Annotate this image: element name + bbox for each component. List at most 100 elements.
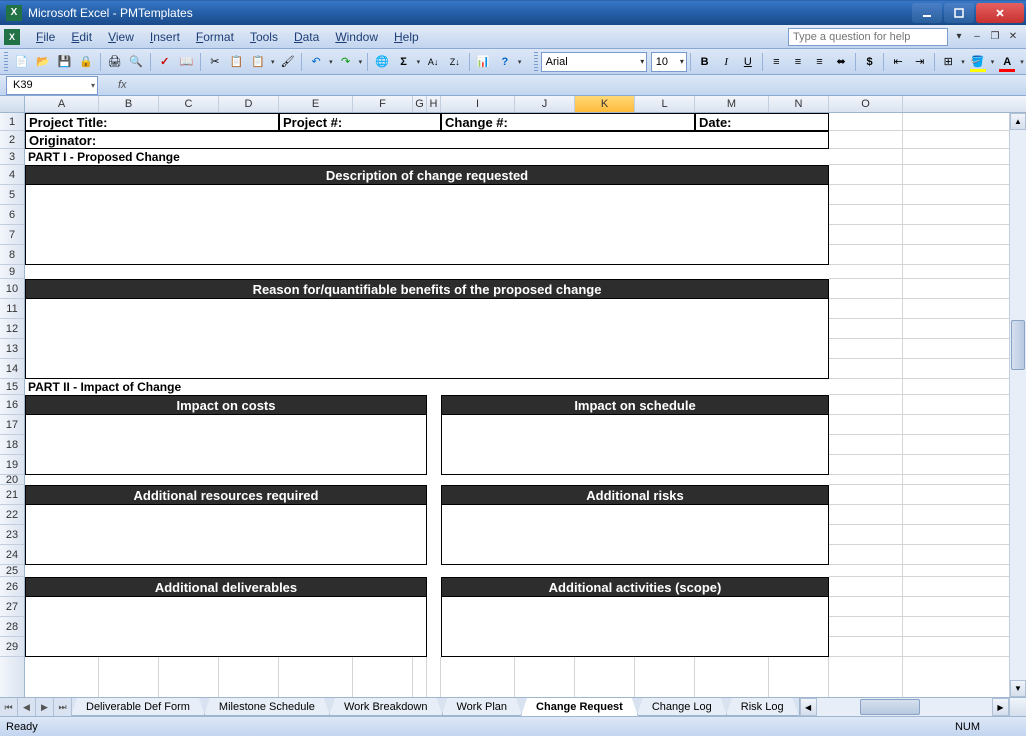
undo-dropdown[interactable]: ▾ bbox=[327, 58, 335, 66]
currency-button[interactable]: $ bbox=[860, 51, 880, 73]
workbook-control-icon[interactable]: X bbox=[4, 29, 20, 45]
borders-button[interactable]: ⊞ bbox=[938, 51, 958, 73]
formatting-toolbar-handle[interactable] bbox=[534, 52, 538, 72]
menu-help[interactable]: Help bbox=[386, 28, 427, 46]
tab-nav-prev[interactable]: ◀ bbox=[18, 698, 36, 716]
column-header-J[interactable]: J bbox=[515, 96, 575, 112]
sheet-tab-risk-log[interactable]: Risk Log bbox=[726, 698, 799, 716]
column-header-D[interactable]: D bbox=[219, 96, 279, 112]
row-header-13[interactable]: 13 bbox=[0, 339, 24, 359]
research-button[interactable]: 📖 bbox=[177, 51, 197, 73]
row-header-17[interactable]: 17 bbox=[0, 415, 24, 435]
column-header-N[interactable]: N bbox=[769, 96, 829, 112]
font-name-combo[interactable]: Arial▾ bbox=[541, 52, 648, 72]
paste-button[interactable]: 📋 bbox=[248, 51, 268, 73]
column-header-I[interactable]: I bbox=[441, 96, 515, 112]
column-header-E[interactable]: E bbox=[279, 96, 353, 112]
increase-indent-button[interactable]: ⇥ bbox=[910, 51, 930, 73]
tab-nav-first[interactable]: ⏮ bbox=[0, 698, 18, 716]
spelling-button[interactable]: ✓ bbox=[155, 51, 175, 73]
row-header-11[interactable]: 11 bbox=[0, 299, 24, 319]
window-minimize-button[interactable] bbox=[912, 3, 942, 23]
vertical-scroll-thumb[interactable] bbox=[1011, 320, 1025, 370]
window-maximize-button[interactable] bbox=[944, 3, 974, 23]
sheet-tab-deliverable-def-form[interactable]: Deliverable Def Form bbox=[71, 698, 205, 716]
tab-nav-next[interactable]: ▶ bbox=[36, 698, 54, 716]
font-color-dropdown[interactable]: ▾ bbox=[1018, 58, 1026, 66]
row-header-9[interactable]: 9 bbox=[0, 265, 24, 279]
row-header-19[interactable]: 19 bbox=[0, 455, 24, 475]
column-header-B[interactable]: B bbox=[99, 96, 159, 112]
row-header-1[interactable]: 1 bbox=[0, 113, 24, 131]
row-header-18[interactable]: 18 bbox=[0, 435, 24, 455]
format-painter-button[interactable]: 🖌 bbox=[278, 51, 298, 73]
merge-center-button[interactable]: ⬌ bbox=[831, 51, 851, 73]
formula-input[interactable] bbox=[135, 76, 1026, 95]
column-header-K[interactable]: K bbox=[575, 96, 635, 112]
column-header-M[interactable]: M bbox=[695, 96, 769, 112]
new-button[interactable]: 📄 bbox=[12, 51, 32, 73]
row-header-26[interactable]: 26 bbox=[0, 577, 24, 597]
decrease-indent-button[interactable]: ⇤ bbox=[888, 51, 908, 73]
hyperlink-button[interactable]: 🌐 bbox=[372, 51, 392, 73]
align-center-button[interactable]: ≡ bbox=[788, 51, 808, 73]
toolbar-handle[interactable] bbox=[4, 52, 8, 72]
row-header-6[interactable]: 6 bbox=[0, 205, 24, 225]
scroll-right-button[interactable]: ▶ bbox=[992, 698, 1009, 716]
align-left-button[interactable]: ≡ bbox=[767, 51, 787, 73]
sort-asc-button[interactable]: A↓ bbox=[423, 51, 443, 73]
menu-tools[interactable]: Tools bbox=[242, 28, 286, 46]
fill-color-button[interactable]: 🪣 bbox=[968, 51, 988, 73]
row-header-14[interactable]: 14 bbox=[0, 359, 24, 379]
font-size-combo[interactable]: 10▾ bbox=[651, 52, 687, 72]
row-header-4[interactable]: 4 bbox=[0, 165, 24, 185]
row-header-2[interactable]: 2 bbox=[0, 131, 24, 149]
menu-view[interactable]: View bbox=[100, 28, 142, 46]
vertical-scroll-track[interactable] bbox=[1010, 130, 1026, 680]
row-header-8[interactable]: 8 bbox=[0, 245, 24, 265]
cut-button[interactable]: ✂ bbox=[205, 51, 225, 73]
save-button[interactable]: 💾 bbox=[55, 51, 75, 73]
redo-button[interactable]: ↷ bbox=[336, 51, 356, 73]
align-right-button[interactable]: ≡ bbox=[810, 51, 830, 73]
workbook-restore-button[interactable]: ❐ bbox=[988, 30, 1002, 44]
copy-button[interactable]: 📋 bbox=[227, 51, 247, 73]
window-close-button[interactable] bbox=[976, 3, 1024, 23]
menu-file[interactable]: File bbox=[28, 28, 63, 46]
row-header-10[interactable]: 10 bbox=[0, 279, 24, 299]
undo-button[interactable]: ↶ bbox=[306, 51, 326, 73]
sheet-tab-change-log[interactable]: Change Log bbox=[637, 698, 727, 716]
column-header-H[interactable]: H bbox=[427, 96, 441, 112]
row-header-23[interactable]: 23 bbox=[0, 525, 24, 545]
menu-data[interactable]: Data bbox=[286, 28, 327, 46]
row-header-12[interactable]: 12 bbox=[0, 319, 24, 339]
chart-wizard-button[interactable]: 📊 bbox=[473, 51, 493, 73]
column-header-C[interactable]: C bbox=[159, 96, 219, 112]
permission-button[interactable]: 🔒 bbox=[76, 51, 96, 73]
horizontal-scroll-thumb[interactable] bbox=[860, 699, 920, 715]
column-header-F[interactable]: F bbox=[353, 96, 413, 112]
help-search-input[interactable] bbox=[788, 28, 948, 46]
row-header-20[interactable]: 20 bbox=[0, 475, 24, 485]
autosum-button[interactable]: Σ bbox=[394, 51, 414, 73]
menu-window[interactable]: Window bbox=[327, 28, 386, 46]
scroll-left-button[interactable]: ◀ bbox=[800, 698, 817, 716]
fx-button[interactable]: fx bbox=[118, 79, 127, 91]
cells-area[interactable]: Project Title:Project #:Change #:Date:Or… bbox=[25, 113, 1026, 697]
column-header-L[interactable]: L bbox=[635, 96, 695, 112]
name-box[interactable]: K39▾ bbox=[6, 76, 98, 95]
sheet-tab-change-request[interactable]: Change Request bbox=[521, 698, 638, 716]
print-preview-button[interactable]: 🔍 bbox=[126, 51, 146, 73]
row-header-22[interactable]: 22 bbox=[0, 505, 24, 525]
paste-dropdown[interactable]: ▾ bbox=[269, 58, 277, 66]
bold-button[interactable]: B bbox=[695, 51, 715, 73]
row-header-24[interactable]: 24 bbox=[0, 545, 24, 565]
row-header-27[interactable]: 27 bbox=[0, 597, 24, 617]
menu-edit[interactable]: Edit bbox=[63, 28, 100, 46]
sheet-tab-milestone-schedule[interactable]: Milestone Schedule bbox=[204, 698, 330, 716]
row-header-16[interactable]: 16 bbox=[0, 395, 24, 415]
borders-dropdown[interactable]: ▾ bbox=[959, 58, 967, 66]
underline-button[interactable]: U bbox=[738, 51, 758, 73]
workbook-close-button[interactable]: ✕ bbox=[1006, 30, 1020, 44]
row-header-21[interactable]: 21 bbox=[0, 485, 24, 505]
